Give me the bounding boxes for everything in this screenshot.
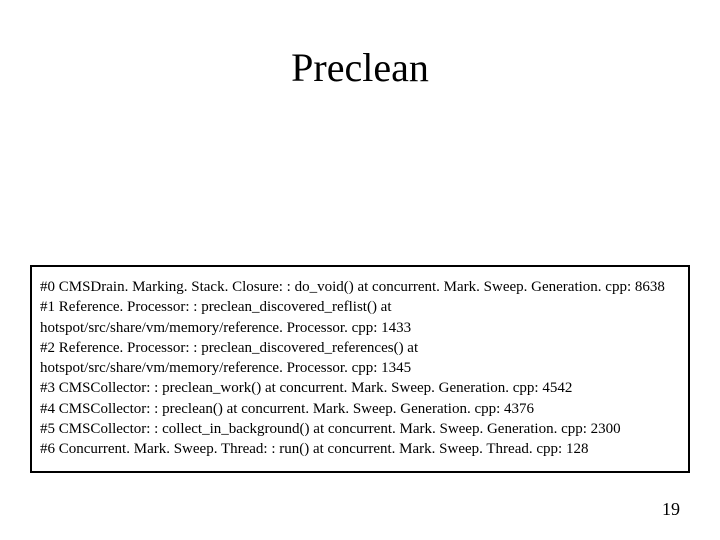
- slide: Preclean #0 CMSDrain. Marking. Stack. Cl…: [0, 0, 720, 540]
- trace-line: #4 CMSCollector: : preclean() at concurr…: [40, 399, 680, 419]
- trace-line: #2 Reference. Processor: : preclean_disc…: [40, 338, 680, 358]
- trace-line: hotspot/src/share/vm/memory/reference. P…: [40, 318, 680, 338]
- trace-line: hotspot/src/share/vm/memory/reference. P…: [40, 358, 680, 378]
- slide-title: Preclean: [0, 44, 720, 91]
- trace-line: #1 Reference. Processor: : preclean_disc…: [40, 297, 680, 317]
- trace-line: #6 Concurrent. Mark. Sweep. Thread: : ru…: [40, 439, 680, 459]
- page-number: 19: [662, 499, 680, 520]
- trace-line: #3 CMSCollector: : preclean_work() at co…: [40, 378, 680, 398]
- trace-line: #5 CMSCollector: : collect_in_background…: [40, 419, 680, 439]
- trace-line: #0 CMSDrain. Marking. Stack. Closure: : …: [40, 277, 680, 297]
- stack-trace-box: #0 CMSDrain. Marking. Stack. Closure: : …: [30, 265, 690, 473]
